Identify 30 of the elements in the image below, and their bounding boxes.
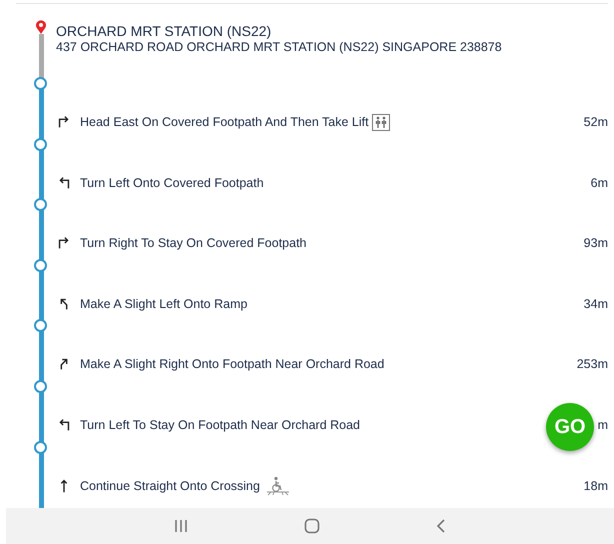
home-icon[interactable]: [304, 518, 320, 534]
recent-apps-icon[interactable]: [174, 519, 188, 533]
go-button[interactable]: GO: [546, 403, 594, 451]
step-instruction: Continue Straight Onto Crossing: [80, 478, 260, 493]
step-distance: 93m: [584, 236, 608, 250]
step-distance: 52m: [584, 115, 608, 130]
route-node: [34, 138, 47, 151]
step-instruction: Turn Left Onto Covered Footpath: [80, 176, 264, 190]
lift-icon: [372, 114, 390, 131]
step-distance: 6m: [590, 176, 608, 190]
location-pin-icon: [35, 20, 47, 34]
wheelchair-crossing-icon: [266, 476, 290, 496]
route-node: [34, 380, 47, 393]
route-node: [34, 440, 47, 454]
station-address: 437 ORCHARD ROAD ORCHARD MRT STATION (NS22) SINGAPORE 238878: [56, 40, 503, 55]
step-instruction: Turn Left To Stay On Footpath Near Orchard Road: [80, 418, 360, 432]
route-node: [34, 77, 47, 90]
route-node: [34, 258, 47, 272]
step-instruction: Make A Slight Left Onto Ramp: [80, 296, 248, 311]
step-distance: m: [598, 418, 608, 432]
step-instruction: Turn Right To Stay On Covered Footpath: [80, 236, 307, 250]
back-icon[interactable]: [436, 519, 446, 533]
step-instruction: Make A Slight Right Onto Footpath Near Orchard Road: [80, 357, 384, 372]
route-node: [34, 319, 47, 332]
route-node: [34, 198, 47, 212]
step-distance: 18m: [584, 478, 608, 493]
step-instruction: Head East On Covered Footpath And Then Take Lift: [80, 115, 369, 130]
step-distance: 253m: [576, 357, 608, 372]
step-distance: 34m: [584, 296, 608, 311]
station-name: ORCHARD MRT STATION (NS22): [56, 22, 272, 40]
